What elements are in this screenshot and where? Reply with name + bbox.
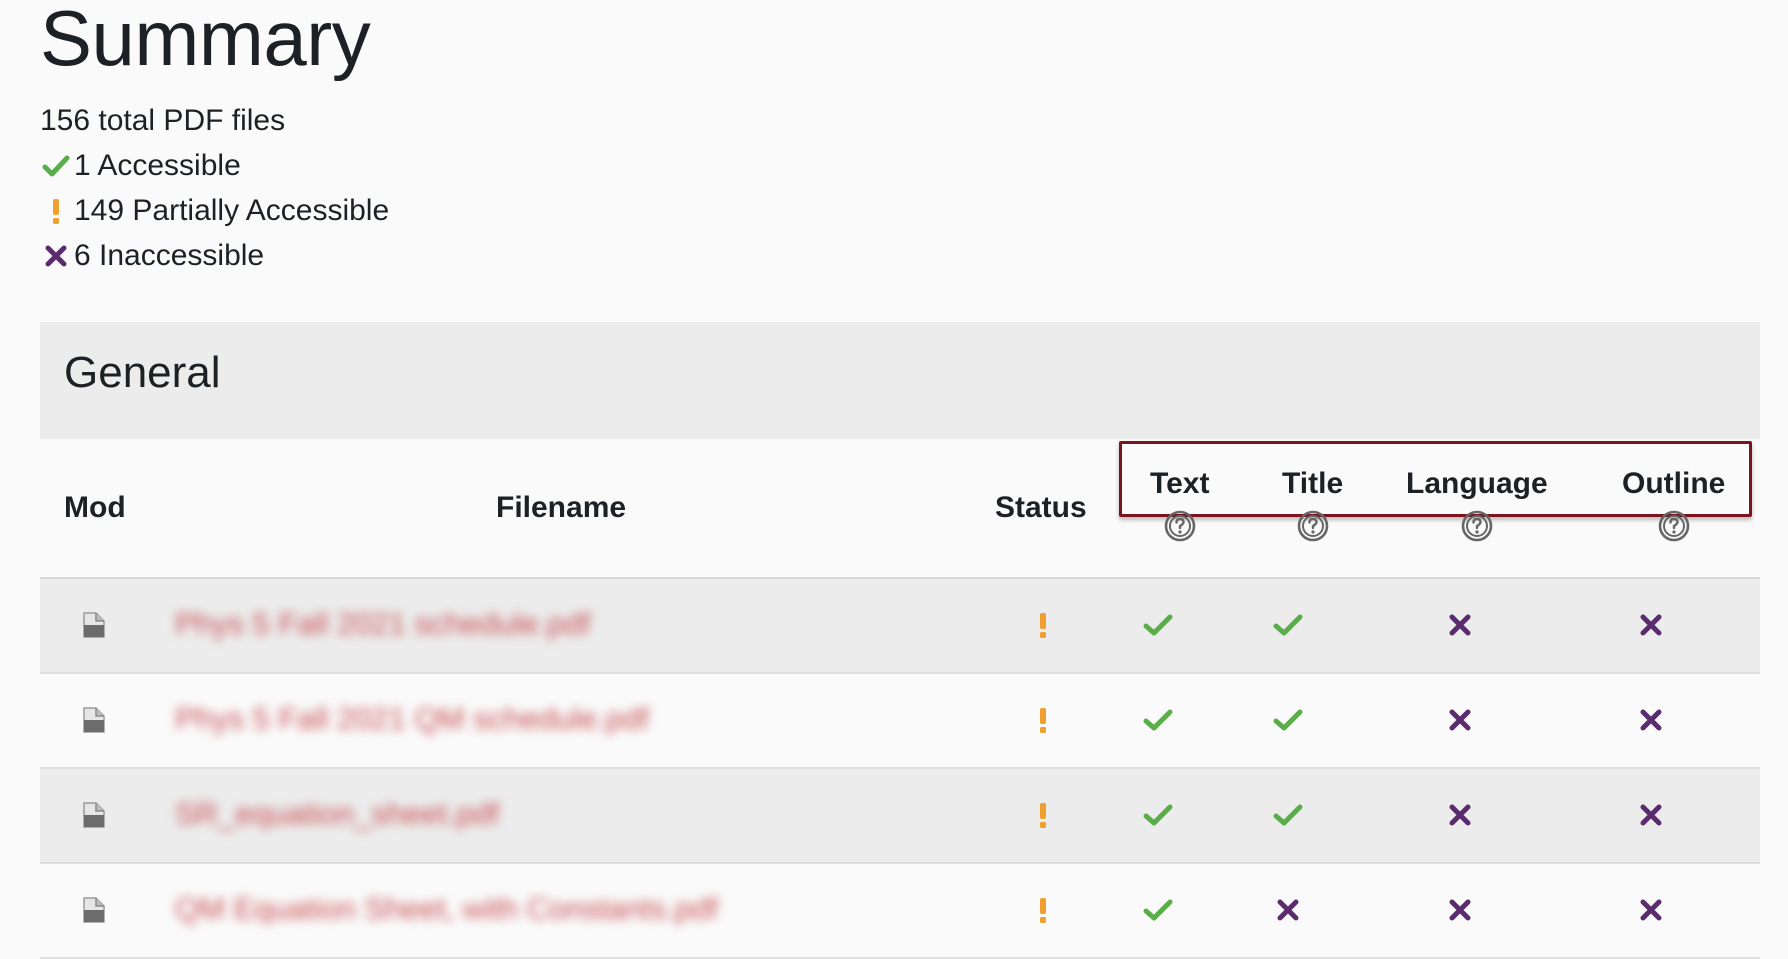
header-status: Status — [995, 491, 1087, 524]
filename-link[interactable]: QM Equation Sheet, with Constants.pdf — [175, 891, 718, 927]
file-icon[interactable] — [82, 896, 108, 924]
header-title: Title — [1282, 467, 1343, 543]
table-row: QM Equation Sheet, with Constants.pdf — [40, 864, 1760, 959]
question-circle-icon[interactable] — [1163, 509, 1197, 543]
header-filename: Filename — [496, 491, 627, 524]
exclamation-icon — [1025, 892, 1061, 928]
header-language: Language — [1406, 467, 1548, 543]
summary-accessible: 1 Accessible — [40, 143, 389, 188]
cross-icon — [1633, 607, 1669, 643]
accessibility-table: Mod Filename Status Text Title Language … — [40, 439, 1760, 959]
summary-list: 156 total PDF files 1 Accessible 149 Par… — [40, 98, 389, 278]
summary-partial-label: 149 Partially Accessible — [74, 194, 390, 227]
table-body: Phys 5 Fall 2021 schedule.pdf Phys 5 Fall… — [40, 579, 1760, 959]
cross-icon — [1442, 797, 1478, 833]
summary-accessible-label: 1 Accessible — [74, 149, 241, 182]
exclamation-icon — [1025, 797, 1061, 833]
file-icon[interactable] — [82, 611, 108, 639]
cross-icon — [1270, 892, 1306, 928]
question-circle-icon[interactable] — [1657, 509, 1691, 543]
check-icon — [1270, 607, 1306, 643]
header-outline-label: Outline — [1622, 467, 1726, 500]
filename-link[interactable]: Phys 5 Fall 2021 QM schedule.pdf — [175, 701, 649, 737]
table-row: Phys 5 Fall 2021 QM schedule.pdf — [40, 674, 1760, 769]
cross-icon — [1442, 892, 1478, 928]
header-text-label: Text — [1150, 467, 1210, 500]
cross-icon — [1633, 797, 1669, 833]
filename-link[interactable]: Phys 5 Fall 2021 schedule.pdf — [175, 606, 590, 642]
cross-icon — [1442, 702, 1478, 738]
table-row: SR_equation_sheet.pdf — [40, 769, 1760, 864]
check-icon — [1140, 702, 1176, 738]
table-header: Mod Filename Status Text Title Language … — [40, 439, 1760, 579]
file-icon[interactable] — [82, 706, 108, 734]
summary-total: 156 total PDF files — [40, 98, 389, 143]
exclamation-icon — [1025, 607, 1061, 643]
cross-icon — [1633, 892, 1669, 928]
check-icon — [1140, 892, 1176, 928]
check-icon — [1270, 702, 1306, 738]
file-icon[interactable] — [82, 801, 108, 829]
check-icon — [1140, 797, 1176, 833]
header-language-label: Language — [1406, 467, 1548, 500]
cross-icon — [1633, 702, 1669, 738]
check-icon — [1270, 797, 1306, 833]
summary-inaccessible-label: 6 Inaccessible — [74, 239, 265, 272]
summary-partial: 149 Partially Accessible — [40, 188, 389, 233]
question-circle-icon[interactable] — [1460, 509, 1494, 543]
question-circle-icon[interactable] — [1296, 509, 1330, 543]
table-row: Phys 5 Fall 2021 schedule.pdf — [40, 579, 1760, 674]
page-title: Summary — [40, 0, 371, 82]
summary-inaccessible: 6 Inaccessible — [40, 233, 389, 278]
exclamation-icon — [40, 197, 72, 225]
section-title: General — [64, 348, 221, 397]
cross-icon — [1442, 607, 1478, 643]
exclamation-icon — [1025, 702, 1061, 738]
header-mod: Mod — [64, 491, 126, 524]
summary-total-label: 156 total PDF files — [40, 104, 286, 137]
cross-icon — [40, 245, 72, 267]
check-icon — [1140, 607, 1176, 643]
check-icon — [40, 154, 72, 178]
header-text: Text — [1150, 467, 1209, 543]
header-outline: Outline — [1622, 467, 1725, 543]
filename-link[interactable]: SR_equation_sheet.pdf — [175, 796, 499, 832]
section-header: General — [40, 322, 1760, 439]
header-title-label: Title — [1282, 467, 1344, 500]
